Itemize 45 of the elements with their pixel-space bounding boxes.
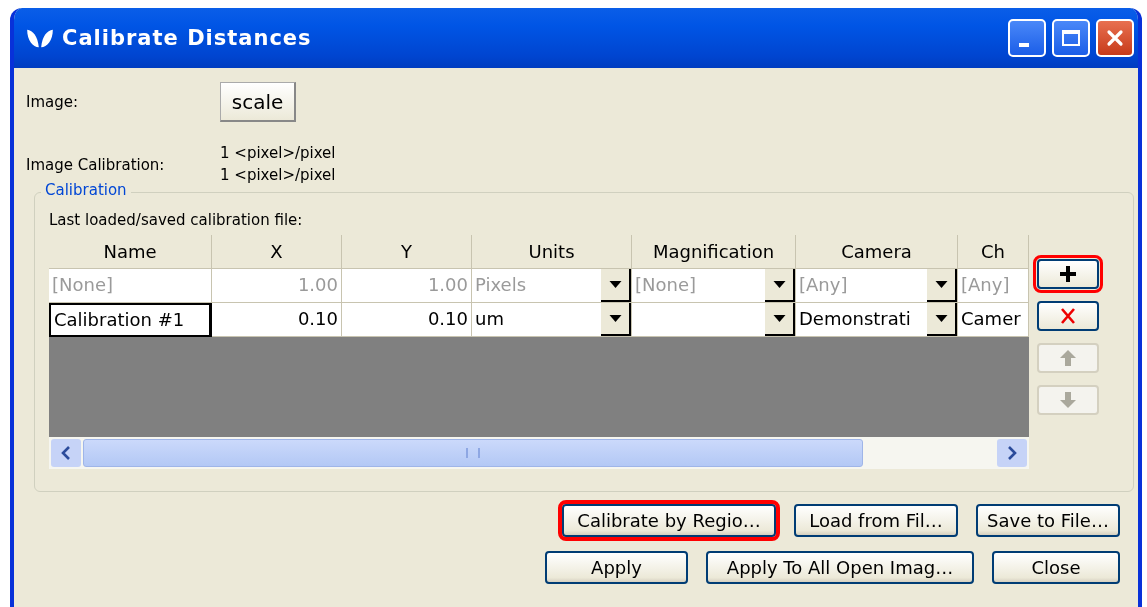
up-arrow-icon (1058, 348, 1078, 368)
dialog-button[interactable]: Apply To All Open Imag… (706, 551, 974, 584)
column-header[interactable]: Units (472, 235, 632, 269)
table-cell: 1.00 (342, 269, 472, 303)
dropdown-cell[interactable] (632, 303, 796, 337)
image-label: Image: (26, 93, 80, 111)
table-cell: [None] (49, 269, 212, 303)
dropdown-cell[interactable]: Demonstrati (796, 303, 958, 337)
dialog-button[interactable]: Close (992, 551, 1120, 584)
scroll-right-button[interactable] (997, 439, 1027, 467)
minimize-button[interactable] (1008, 19, 1046, 57)
maximize-button[interactable] (1052, 19, 1090, 57)
scrollbar-thumb[interactable] (83, 439, 863, 467)
delete-button[interactable] (1037, 301, 1099, 331)
dialog-button[interactable]: Save to File… (976, 504, 1120, 537)
plus-icon (1058, 264, 1078, 284)
image-calibration-label: Image Calibration: (26, 155, 166, 174)
window-title: Calibrate Distances (62, 26, 313, 50)
down-arrow-icon (1058, 390, 1078, 410)
table-cell: Camer (958, 303, 1029, 337)
table-cell: 1.00 (212, 269, 342, 303)
column-header[interactable]: Camera (796, 235, 958, 269)
close-button[interactable] (1096, 19, 1134, 57)
dropdown-cell[interactable]: um (472, 303, 632, 337)
horizontal-scrollbar[interactable] (49, 437, 1029, 469)
calibration-value: 1 <pixel>/pixel (220, 144, 336, 162)
column-header[interactable]: Name (49, 235, 212, 269)
close-icon (1105, 28, 1125, 48)
image-button[interactable]: scale (220, 82, 296, 122)
delete-x-icon (1058, 306, 1078, 326)
dialog-button[interactable]: Load from Fil… (794, 504, 958, 537)
chevron-right-icon (1007, 446, 1017, 460)
dialog-button[interactable]: Apply (545, 551, 688, 584)
chevron-left-icon (61, 446, 71, 460)
table-cell: 0.10 (212, 303, 342, 337)
column-header[interactable]: X (212, 235, 342, 269)
column-header[interactable]: Ch (958, 235, 1029, 269)
column-header[interactable]: Y (342, 235, 472, 269)
table-cell: 0.10 (342, 303, 472, 337)
calibration-value: 1 <pixel>/pixel (220, 166, 336, 184)
column-header[interactable]: Magnification (632, 235, 796, 269)
name-input-field[interactable]: Calibration #1 (49, 303, 212, 337)
calibration-file-label: Last loaded/saved calibration file: (49, 211, 304, 229)
scroll-left-button[interactable] (51, 439, 81, 467)
table-cell: [Any] (958, 269, 1029, 303)
